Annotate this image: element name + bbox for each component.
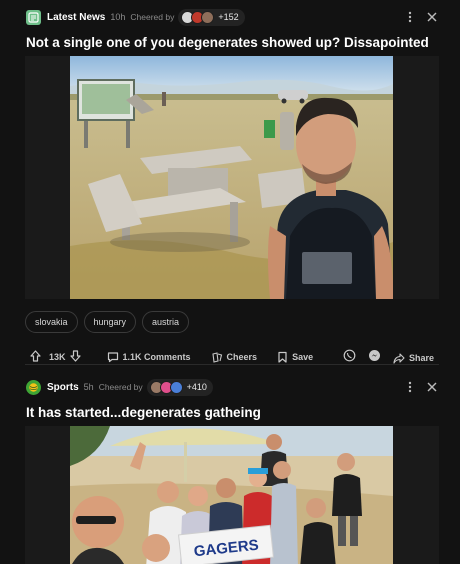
post-image[interactable] <box>25 56 439 299</box>
bookmark-icon <box>278 351 287 363</box>
comments-button[interactable]: 1.1K Comments <box>107 351 191 363</box>
community-name[interactable]: Latest News <box>47 12 105 23</box>
cheers-icon <box>211 352 222 363</box>
cheered-by-pill[interactable]: +152 <box>178 8 245 26</box>
share-icon <box>393 352 405 364</box>
post-age: 5h <box>83 382 94 392</box>
avatar <box>201 10 215 24</box>
community-name[interactable]: Sports <box>47 382 79 393</box>
cheer-avatars <box>149 380 183 394</box>
post-actions: 13K 1.1K Comments Cheers Save Share <box>0 345 460 369</box>
post-header: Latest News 10h Cheered by +152 <box>0 0 460 34</box>
post-title[interactable]: It has started...degenerates gatheing <box>0 404 460 426</box>
cheers-button[interactable]: Cheers <box>211 351 258 363</box>
save-label: Save <box>292 352 314 362</box>
cheered-by-label: Cheered by <box>130 12 175 22</box>
park-selfie-photo <box>70 56 393 299</box>
tag-chip[interactable]: austria <box>142 311 190 333</box>
tag-chip[interactable]: slovakia <box>25 311 78 333</box>
cheered-by-pill[interactable]: +410 <box>146 378 213 396</box>
cheered-by-label: Cheered by <box>98 382 143 392</box>
comments-label: 1.1K Comments <box>122 352 191 362</box>
tag-list: slovakia hungary austria <box>0 299 460 345</box>
save-button[interactable]: Save <box>277 351 313 363</box>
post-title[interactable]: Not a single one of you degenerates show… <box>0 34 460 56</box>
upvote-count: 13K <box>49 352 66 362</box>
post-age: 10h <box>110 12 126 22</box>
community-icon[interactable] <box>26 379 41 395</box>
more-options-icon[interactable] <box>404 380 416 394</box>
close-icon[interactable] <box>426 380 438 394</box>
cheer-avatars <box>181 10 215 24</box>
upvote-icon[interactable] <box>30 350 45 364</box>
community-icon[interactable] <box>26 9 41 25</box>
more-options-icon[interactable] <box>404 10 416 24</box>
post-header: Sports 5h Cheered by +410 <box>0 370 460 404</box>
avatar <box>169 380 183 394</box>
downvote-icon[interactable] <box>69 350 85 364</box>
tag-chip[interactable]: hungary <box>83 311 137 333</box>
header-actions <box>404 380 438 394</box>
header-actions <box>404 10 438 24</box>
close-icon[interactable] <box>426 10 438 24</box>
post-divider <box>25 364 439 365</box>
cheer-count: +152 <box>218 12 239 22</box>
news-icon <box>28 11 39 23</box>
share-button[interactable]: Share <box>393 352 434 364</box>
comment-icon <box>107 352 118 363</box>
post-image[interactable]: GAGERS <box>25 426 439 564</box>
vote-group: 13K <box>30 350 85 364</box>
sports-ball-icon <box>29 382 38 392</box>
share-label: Share <box>408 353 434 363</box>
post-card[interactable]: Sports 5h Cheered by +410 It has started… <box>0 370 460 564</box>
cheer-count: +410 <box>186 382 207 392</box>
cheers-label: Cheers <box>226 352 258 362</box>
post-card[interactable]: Latest News 10h Cheered by +152 Not a si… <box>0 0 460 369</box>
group-selfie-photo: GAGERS <box>70 426 393 564</box>
